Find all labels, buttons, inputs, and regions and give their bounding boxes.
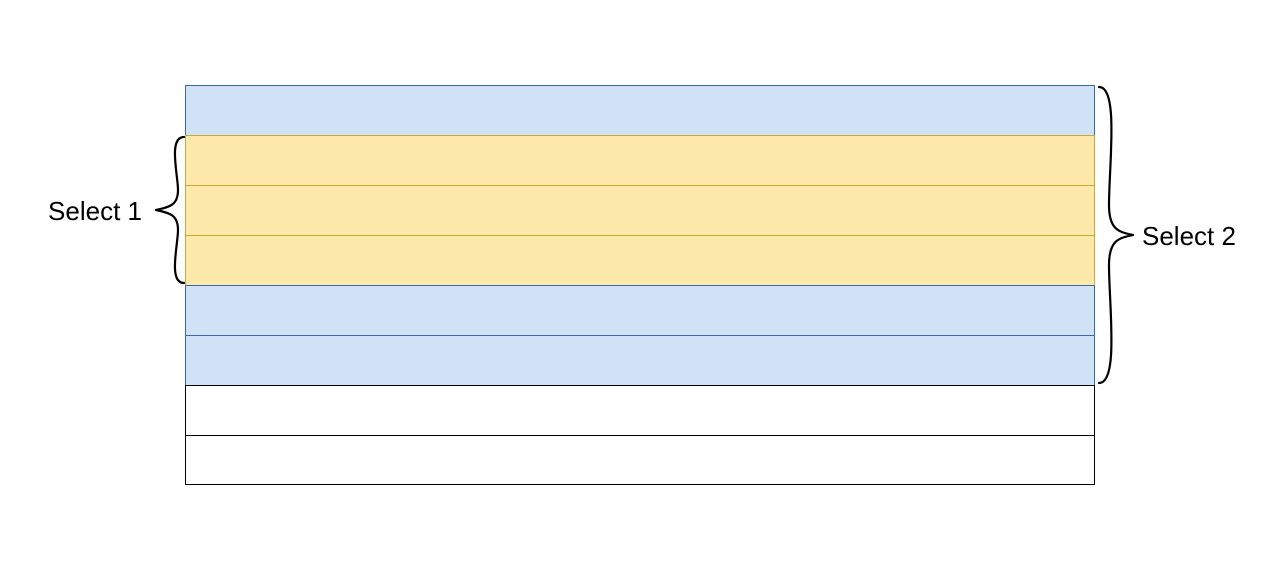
row-8 — [185, 435, 1095, 485]
label-select-1: Select 1 — [37, 196, 142, 227]
diagram-stage: Select 1 Select 2 — [0, 0, 1280, 564]
row-5 — [185, 285, 1095, 335]
row-1 — [185, 85, 1095, 135]
row-stack — [185, 85, 1095, 485]
row-7 — [185, 385, 1095, 435]
row-2 — [185, 135, 1095, 185]
row-6 — [185, 335, 1095, 385]
row-4 — [185, 235, 1095, 285]
brace-select-2 — [1093, 85, 1139, 385]
row-3 — [185, 185, 1095, 235]
brace-select-1 — [148, 135, 188, 285]
label-select-2: Select 2 — [1142, 221, 1236, 252]
